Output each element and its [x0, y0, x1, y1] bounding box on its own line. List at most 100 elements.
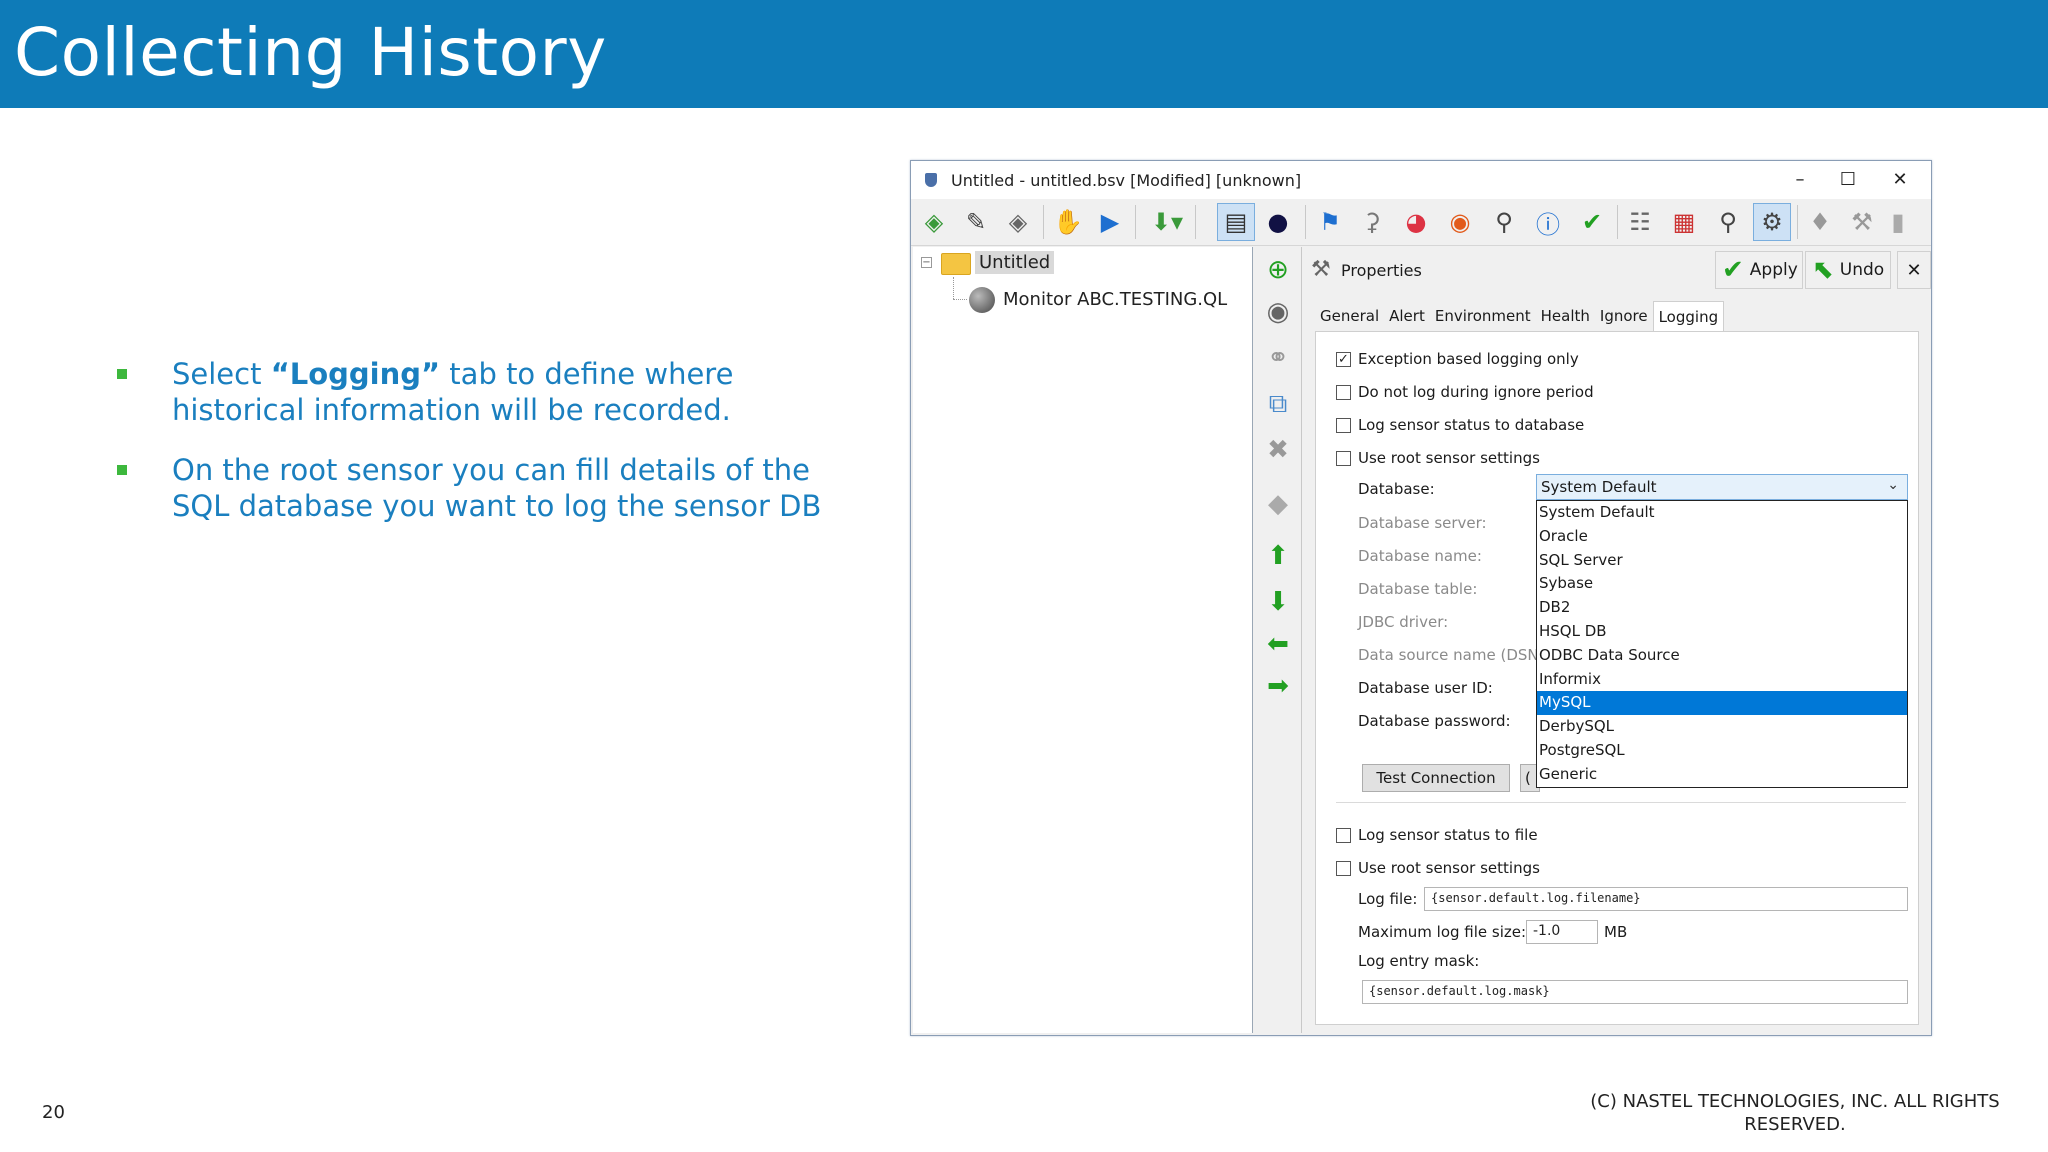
title-banner: Collecting History — [0, 0, 2048, 108]
slide-title: Collecting History — [14, 14, 607, 91]
test-connection-button[interactable]: Test Connection — [1362, 764, 1510, 792]
link-icon[interactable]: ⚭ — [1259, 339, 1297, 377]
main-toolbar: ◈ ✎ ◈ ✋ ▶ ⬇▾ ▤ ● ⚑ ⚳ ◕ ◉ ⚲ ⓘ ✔ ☷ ▦ ⚲ ⚙ ♦… — [911, 199, 1931, 246]
open-icon[interactable]: ◈ — [915, 203, 953, 241]
dropdown-option[interactable]: Informix — [1537, 668, 1907, 692]
maximize-button[interactable]: ☐ — [1825, 165, 1871, 195]
tree-connector — [953, 299, 967, 301]
log-file-label: Log file: — [1358, 890, 1418, 908]
dropdown-option[interactable]: Oracle — [1537, 525, 1907, 549]
lock-icon[interactable]: ▮ — [1883, 203, 1913, 241]
info-icon[interactable]: ⓘ — [1529, 203, 1567, 241]
toolbar-separator — [1305, 205, 1306, 239]
properties-header: ⚒ Properties ✔ Apply ⬉ Undo ✕ — [1303, 247, 1931, 293]
dropdown-option[interactable]: Generic — [1537, 763, 1907, 787]
edit-icon[interactable]: ✎ — [957, 203, 995, 241]
tag-icon[interactable]: ♦ — [1801, 203, 1839, 241]
database-label: Database: — [1358, 480, 1435, 498]
checkbox-label: Log sensor status to database — [1358, 416, 1585, 434]
apply-button[interactable]: ✔ Apply — [1715, 251, 1803, 289]
left-arrow-icon[interactable]: ⬅ — [1259, 625, 1297, 663]
checkbox-box — [1336, 827, 1351, 843]
dropdown-option-highlighted[interactable]: MySQL — [1537, 691, 1907, 716]
dropdown-option[interactable]: System Default — [1537, 501, 1907, 525]
settings-icon[interactable]: ⚙ — [1753, 203, 1791, 241]
checkbox-box — [1336, 384, 1351, 400]
database-server-label: Database server: — [1358, 514, 1487, 532]
book-icon[interactable]: ☷ — [1621, 203, 1659, 241]
dropdown-option[interactable]: SQL Server — [1537, 549, 1907, 573]
bullet-list: Select “Logging” tab to define where his… — [110, 356, 870, 548]
checkbox-label: Log sensor status to file — [1358, 826, 1538, 844]
database-name-label: Database name: — [1358, 547, 1482, 565]
log-to-file-checkbox[interactable]: Log sensor status to file — [1336, 825, 1538, 845]
play-icon[interactable]: ▶ — [1091, 203, 1129, 241]
use-root-db-settings-checkbox[interactable]: Use root sensor settings — [1336, 448, 1540, 468]
tree-node-monitor[interactable]: Monitor ABC.TESTING.QL — [1003, 289, 1227, 310]
dropdown-option[interactable]: PostgreSQL — [1537, 739, 1907, 763]
add-sensor-icon[interactable]: ◉ — [1259, 293, 1297, 331]
properties-title: Properties — [1341, 261, 1422, 280]
use-root-file-settings-checkbox[interactable]: Use root sensor settings — [1336, 858, 1540, 878]
dropdown-option[interactable]: HSQL DB — [1537, 620, 1907, 644]
checkbox-label: Do not log during ignore period — [1358, 383, 1594, 401]
tree-connector — [953, 277, 955, 299]
bullet-marker — [117, 465, 127, 475]
eraser-icon[interactable]: ◈ — [999, 203, 1037, 241]
tab-logging[interactable]: Logging — [1652, 301, 1725, 332]
tab-alert[interactable]: Alert — [1384, 301, 1430, 331]
check-icon[interactable]: ✔ — [1573, 203, 1611, 241]
log-entry-mask-input[interactable]: {sensor.default.log.mask} — [1362, 980, 1908, 1004]
no-log-ignore-checkbox[interactable]: Do not log during ignore period — [1336, 382, 1594, 402]
tool-icon[interactable]: ⚒ — [1843, 203, 1881, 241]
tab-general[interactable]: General — [1315, 301, 1384, 331]
tab-environment[interactable]: Environment — [1430, 301, 1536, 331]
down-arrow-icon[interactable]: ⬇ — [1259, 583, 1297, 621]
toolbar-separator — [1195, 205, 1196, 239]
microscope-icon[interactable]: ⚳ — [1353, 203, 1391, 241]
dropdown-option[interactable]: ODBC Data Source — [1537, 644, 1907, 668]
checkbox-box: ✓ — [1336, 351, 1351, 367]
exception-logging-checkbox[interactable]: ✓ Exception based logging only — [1336, 349, 1579, 369]
stop-icon[interactable]: ✋ — [1049, 203, 1087, 241]
close-properties-button[interactable]: ✕ — [1897, 251, 1931, 289]
delete-icon[interactable]: ✖ — [1259, 431, 1297, 469]
dropdown-option[interactable]: DB2 — [1537, 596, 1907, 620]
download-icon[interactable]: ⬇▾ — [1143, 203, 1191, 241]
database-dropdown-list: System Default Oracle SQL Server Sybase … — [1536, 500, 1908, 788]
calendar-icon[interactable]: ▦ — [1665, 203, 1703, 241]
section-divider — [1336, 802, 1906, 803]
minimize-button[interactable]: – — [1777, 165, 1823, 195]
alarm-icon[interactable]: ◉ — [1441, 203, 1479, 241]
diamond-icon[interactable]: ◆ — [1259, 485, 1297, 523]
dropdown-option[interactable]: Sybase — [1537, 572, 1907, 596]
log-file-input[interactable]: {sensor.default.log.filename} — [1424, 887, 1908, 911]
max-log-size-label: Maximum log file size: — [1358, 923, 1527, 941]
up-arrow-icon[interactable]: ⬆ — [1259, 537, 1297, 575]
close-button[interactable]: ✕ — [1877, 165, 1923, 195]
collapse-toggle[interactable]: − — [921, 257, 932, 268]
dropdown-option[interactable]: DerbySQL — [1537, 715, 1907, 739]
tree-view-icon[interactable]: ▤ — [1217, 203, 1255, 241]
bullet-text-bold: “Logging” — [270, 357, 441, 391]
log-to-database-checkbox[interactable]: Log sensor status to database — [1336, 415, 1584, 435]
right-arrow-icon[interactable]: ➡ — [1259, 667, 1297, 705]
globe-icon[interactable]: ● — [1259, 203, 1297, 241]
tab-health[interactable]: Health — [1536, 301, 1595, 331]
tree-node-untitled[interactable]: Untitled — [975, 251, 1055, 274]
add-icon[interactable]: ⊕ — [1259, 251, 1297, 289]
inspect-icon[interactable]: ⚲ — [1709, 203, 1747, 241]
copy-icon[interactable]: ⧉ — [1259, 385, 1297, 423]
search-icon[interactable]: ⚲ — [1485, 203, 1523, 241]
flag-icon[interactable]: ⚑ — [1311, 203, 1349, 241]
undo-button[interactable]: ⬉ Undo — [1805, 251, 1891, 289]
pie-chart-icon[interactable]: ◕ — [1397, 203, 1435, 241]
max-log-size-input[interactable]: -1.0 — [1526, 920, 1598, 944]
bullet-text: On the root sensor you can fill details … — [172, 453, 822, 523]
logging-tab-panel: ✓ Exception based logging only Do not log… — [1315, 331, 1919, 1025]
jdbc-driver-label: JDBC driver: — [1358, 613, 1449, 631]
database-select[interactable]: System Default ⌄ — [1536, 474, 1908, 500]
tab-ignore[interactable]: Ignore — [1595, 301, 1653, 331]
side-toolbar: ⊕ ◉ ⚭ ⧉ ✖ ◆ ⬆ ⬇ ⬅ ➡ — [1255, 247, 1302, 1033]
bullet-text-pre: Select — [172, 357, 271, 391]
